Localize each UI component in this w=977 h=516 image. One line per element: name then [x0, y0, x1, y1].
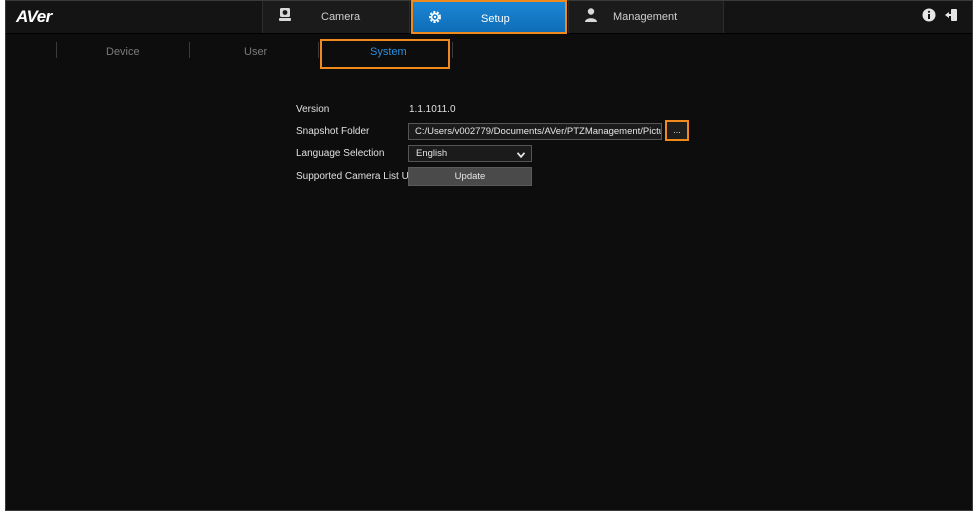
- user-icon: [583, 7, 599, 23]
- app-window: AVer Camera Setup Management Device User…: [5, 0, 973, 511]
- version-value: 1.1.1011.0: [409, 104, 456, 115]
- subtab-device[interactable]: Device: [106, 46, 140, 58]
- sub-divider: [452, 42, 453, 58]
- language-select[interactable]: English: [408, 145, 532, 162]
- tab-setup-label: Setup: [481, 13, 510, 25]
- gear-icon: [427, 9, 443, 25]
- logout-icon[interactable]: [944, 8, 958, 22]
- snapshot-folder-field[interactable]: C:/Users/v002779/Documents/AVer/PTZManag…: [408, 123, 662, 140]
- info-icon[interactable]: [922, 8, 936, 22]
- sub-divider: [56, 42, 57, 58]
- update-button[interactable]: Update: [408, 167, 532, 186]
- tab-management-label: Management: [613, 11, 678, 23]
- top-right-actions: [922, 8, 958, 22]
- top-navigation-bar: AVer Camera Setup Management: [6, 0, 972, 34]
- aver-logo: AVer: [16, 7, 52, 26]
- browse-folder-button[interactable]: ...: [665, 120, 689, 141]
- sub-divider: [318, 42, 319, 58]
- version-label: Version: [296, 104, 330, 115]
- subtab-system[interactable]: System: [370, 46, 407, 58]
- tab-camera-label: Camera: [321, 11, 361, 23]
- sub-navigation: Device User System: [6, 34, 972, 69]
- language-label: Language Selection: [296, 148, 385, 159]
- language-value: English: [416, 148, 448, 159]
- sub-divider: [189, 42, 190, 58]
- snapshot-folder-label: Snapshot Folder: [296, 126, 370, 137]
- chevron-down-icon: [516, 150, 526, 161]
- tab-management[interactable]: Management: [568, 1, 724, 33]
- tab-camera[interactable]: Camera: [262, 1, 410, 33]
- camera-icon: [277, 7, 293, 23]
- tab-setup[interactable]: Setup: [411, 0, 567, 34]
- subtab-user[interactable]: User: [244, 46, 267, 58]
